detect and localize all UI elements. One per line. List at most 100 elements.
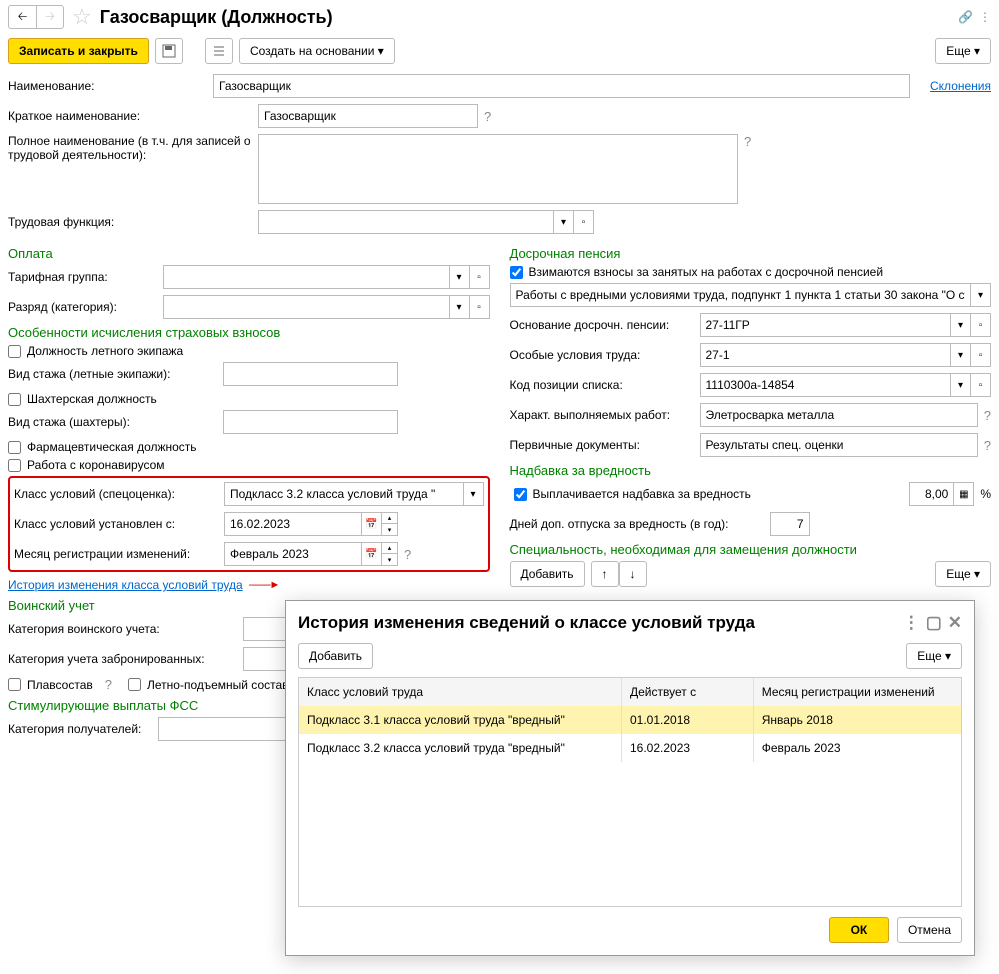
dropdown-icon[interactable]: ▾ <box>951 373 971 397</box>
move-down-button[interactable]: ↓ <box>619 561 647 587</box>
code-input[interactable] <box>700 373 952 397</box>
help-icon[interactable]: ? <box>484 109 491 124</box>
spin-up[interactable]: ▴ <box>382 542 398 554</box>
spec-add-button[interactable]: Добавить <box>510 561 585 587</box>
help-icon[interactable]: ? <box>744 134 751 149</box>
more-button[interactable]: Еще ▾ <box>935 38 991 64</box>
open-icon[interactable]: ▫ <box>574 210 594 234</box>
attach-icon[interactable]: 🔗 <box>958 10 973 24</box>
help-icon[interactable]: ? <box>984 408 991 423</box>
air-stage-input[interactable] <box>223 362 398 386</box>
spin-down[interactable]: ▾ <box>382 524 398 536</box>
covid-checkbox[interactable] <box>8 459 21 472</box>
section-payment: Оплата <box>8 246 490 261</box>
help-icon[interactable]: ? <box>105 677 112 692</box>
table-row[interactable]: Подкласс 3.1 класса условий труда "вредн… <box>299 706 961 734</box>
declension-link[interactable]: Склонения <box>930 79 991 93</box>
th-date[interactable]: Действует с <box>622 678 754 706</box>
reg-month-input[interactable] <box>224 542 362 566</box>
work-label: Характ. выполняемых работ: <box>510 408 700 422</box>
cond-label: Особые условия труда: <box>510 348 700 362</box>
dropdown-icon[interactable]: ▾ <box>450 295 470 319</box>
pharm-checkbox[interactable] <box>8 441 21 454</box>
air-crew-checkbox[interactable] <box>8 345 21 358</box>
help-icon[interactable]: ? <box>404 547 411 562</box>
list-button[interactable] <box>205 38 233 64</box>
calendar-icon[interactable]: 📅 <box>362 542 382 566</box>
open-icon[interactable]: ▫ <box>470 265 490 289</box>
navy-checkbox[interactable] <box>8 678 21 691</box>
code-label: Код позиции списка: <box>510 378 700 392</box>
dropdown-icon[interactable]: ▾ <box>450 265 470 289</box>
dialog-more-button[interactable]: Еще ▾ <box>906 643 962 669</box>
nav-fwd-button[interactable]: 🡢 <box>36 5 64 29</box>
calendar-icon[interactable]: 📅 <box>362 512 382 536</box>
reg-month-label: Месяц регистрации изменений: <box>14 547 224 561</box>
help-icon[interactable]: ? <box>984 438 991 453</box>
rank-label: Разряд (категория): <box>8 300 163 314</box>
dropdown-icon[interactable]: ▾ <box>951 343 971 367</box>
harm-bonus-input[interactable] <box>909 482 954 506</box>
name-input[interactable] <box>213 74 910 98</box>
dialog-maximize-icon[interactable]: ▢ <box>926 613 942 633</box>
titlebar: 🡠 🡢 ☆ Газосварщик (Должность) 🔗 ⋮ <box>8 4 991 30</box>
dropdown-icon[interactable]: ▾ <box>464 482 484 506</box>
air-lift-checkbox[interactable] <box>128 678 141 691</box>
dropdown-icon[interactable]: ▾ <box>971 283 991 307</box>
docs-label: Первичные документы: <box>510 438 700 452</box>
spin-down[interactable]: ▾ <box>382 554 398 566</box>
basis-input[interactable] <box>700 313 952 337</box>
dropdown-icon[interactable]: ▾ <box>951 313 971 337</box>
spec-more-button[interactable]: Еще ▾ <box>935 561 991 587</box>
harm-checkbox-label: Выплачивается надбавка за вредность <box>533 487 910 501</box>
th-class[interactable]: Класс условий труда <box>299 678 622 706</box>
dialog-add-button[interactable]: Добавить <box>298 643 373 669</box>
arrow-icon: - - - - - - - -► <box>249 579 279 591</box>
move-up-button[interactable]: ↑ <box>591 561 619 587</box>
history-dialog: История изменения сведений о классе усло… <box>285 600 975 956</box>
cond-input[interactable] <box>700 343 952 367</box>
kebab-icon[interactable]: ⋮ <box>979 10 991 24</box>
history-link[interactable]: История изменения класса условий труда <box>8 578 243 592</box>
full-name-input[interactable] <box>258 134 738 204</box>
pension-type-input[interactable] <box>510 283 972 307</box>
tariff-input[interactable] <box>163 265 450 289</box>
favorite-star-icon[interactable]: ☆ <box>72 4 92 30</box>
vac-input[interactable] <box>770 512 810 536</box>
class-date-input[interactable] <box>224 512 362 536</box>
rank-input[interactable] <box>163 295 450 319</box>
spin-up[interactable]: ▴ <box>382 512 398 524</box>
create-based-button[interactable]: Создать на основании ▾ <box>239 38 395 64</box>
save-close-button[interactable]: Записать и закрыть <box>8 38 149 64</box>
function-input[interactable] <box>258 210 554 234</box>
mine-stage-label: Вид стажа (шахтеры): <box>8 415 223 429</box>
toolbar: Записать и закрыть Создать на основании … <box>8 38 991 64</box>
dialog-ok-button[interactable]: ОК <box>829 917 889 943</box>
open-icon[interactable]: ▫ <box>971 343 991 367</box>
short-name-input[interactable] <box>258 104 478 128</box>
pension-checkbox[interactable] <box>510 266 523 279</box>
dialog-cancel-button[interactable]: Отмена <box>897 917 962 943</box>
harm-checkbox[interactable] <box>514 488 527 501</box>
mine-checkbox[interactable] <box>8 393 21 406</box>
docs-input[interactable] <box>700 433 978 457</box>
open-icon[interactable]: ▫ <box>470 295 490 319</box>
save-button[interactable] <box>155 38 183 64</box>
dialog-close-icon[interactable]: ✕ <box>948 613 962 633</box>
th-month[interactable]: Месяц регистрации изменений <box>754 678 961 706</box>
work-input[interactable] <box>700 403 978 427</box>
open-icon[interactable]: ▫ <box>971 313 991 337</box>
page-title: Газосварщик (Должность) <box>100 7 333 28</box>
section-harm: Надбавка за вредность <box>510 463 992 478</box>
class-input[interactable] <box>224 482 464 506</box>
mil-booked-label: Категория учета забронированных: <box>8 652 243 666</box>
mine-stage-input[interactable] <box>223 410 398 434</box>
calc-icon[interactable]: ▦ <box>954 482 974 506</box>
section-pension: Досрочная пенсия <box>510 246 992 261</box>
nav-back-button[interactable]: 🡠 <box>8 5 36 29</box>
dropdown-icon[interactable]: ▾ <box>554 210 574 234</box>
air-stage-label: Вид стажа (летные экипажи): <box>8 367 223 381</box>
table-row[interactable]: Подкласс 3.2 класса условий труда "вредн… <box>299 734 961 762</box>
open-icon[interactable]: ▫ <box>971 373 991 397</box>
dialog-kebab-icon[interactable]: ⋮ <box>903 613 920 633</box>
